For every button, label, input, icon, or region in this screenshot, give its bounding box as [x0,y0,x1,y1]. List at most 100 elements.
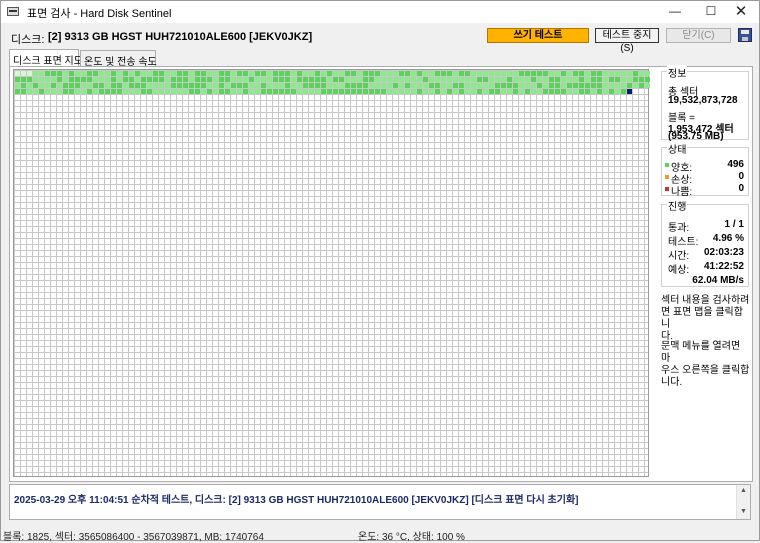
surface-block[interactable] [81,89,86,94]
surface-block[interactable] [405,71,410,76]
tab-temperature-speed[interactable]: 온도 및 전송 속도 [80,50,157,68]
surface-block[interactable] [459,71,464,76]
surface-block[interactable] [471,71,476,76]
surface-block[interactable] [351,77,356,82]
surface-block[interactable] [405,83,410,88]
surface-block[interactable] [579,77,584,82]
surface-block[interactable] [111,71,116,76]
surface-block[interactable] [309,83,314,88]
surface-block[interactable] [429,71,434,76]
surface-block[interactable] [357,71,362,76]
surface-block[interactable] [339,77,344,82]
surface-block[interactable] [591,77,596,82]
surface-block[interactable] [429,77,434,82]
surface-block[interactable] [531,71,536,76]
surface-block[interactable] [609,83,614,88]
surface-block[interactable] [489,77,494,82]
surface-block[interactable] [195,77,200,82]
surface-block[interactable] [609,89,614,94]
surface-block[interactable] [219,77,224,82]
surface-block[interactable] [519,71,524,76]
surface-block[interactable] [483,83,488,88]
close-button[interactable]: 닫기(C) [666,28,731,43]
surface-block[interactable] [45,77,50,82]
surface-block[interactable] [453,89,458,94]
surface-block[interactable] [189,83,194,88]
surface-block[interactable] [21,83,26,88]
surface-block[interactable] [297,83,302,88]
surface-block[interactable] [171,89,176,94]
surface-block[interactable] [555,89,560,94]
surface-block[interactable] [417,83,422,88]
surface-block[interactable] [399,83,404,88]
surface-block[interactable] [93,83,98,88]
surface-block[interactable] [63,83,68,88]
surface-block[interactable] [351,89,356,94]
surface-block[interactable] [357,89,362,94]
tab-surface-map[interactable]: 디스크 표면 지도 [9,49,83,67]
surface-block[interactable] [393,83,398,88]
surface-block[interactable] [501,71,506,76]
surface-block[interactable] [387,83,392,88]
surface-block[interactable] [279,83,284,88]
surface-block[interactable] [267,71,272,76]
surface-block[interactable] [567,71,572,76]
surface-block[interactable] [141,77,146,82]
surface-block[interactable] [93,77,98,82]
surface-block[interactable] [21,77,26,82]
surface-block[interactable] [549,77,554,82]
surface-block[interactable] [243,77,248,82]
surface-block[interactable] [465,89,470,94]
surface-block[interactable] [507,83,512,88]
surface-block[interactable] [147,71,152,76]
surface-block[interactable] [441,71,446,76]
surface-block[interactable] [597,71,602,76]
surface-block[interactable] [645,83,650,88]
surface-block[interactable] [435,89,440,94]
surface-block[interactable] [249,89,254,94]
surface-block[interactable] [99,71,104,76]
surface-block[interactable] [153,89,158,94]
surface-block[interactable] [645,71,650,76]
surface-block[interactable] [117,77,122,82]
surface-block[interactable] [177,89,182,94]
surface-block[interactable] [201,83,206,88]
surface-block[interactable] [519,77,524,82]
surface-block[interactable] [291,77,296,82]
surface-block[interactable] [537,83,542,88]
surface-block[interactable] [57,77,62,82]
surface-block[interactable] [63,71,68,76]
surface-block[interactable] [363,77,368,82]
surface-block[interactable] [513,83,518,88]
surface-block[interactable] [621,83,626,88]
surface-block[interactable] [567,83,572,88]
surface-block[interactable] [615,83,620,88]
log-scrollbar[interactable]: ▲ ▼ [736,485,750,519]
surface-block[interactable] [285,89,290,94]
surface-block[interactable] [435,83,440,88]
surface-block[interactable] [171,71,176,76]
surface-block[interactable] [441,89,446,94]
surface-block[interactable] [375,89,380,94]
surface-block[interactable] [249,83,254,88]
surface-block[interactable] [237,77,242,82]
surface-block[interactable] [429,83,434,88]
surface-block[interactable] [117,71,122,76]
surface-block[interactable] [45,83,50,88]
surface-block[interactable] [33,77,38,82]
surface-block[interactable] [381,83,386,88]
surface-block[interactable] [219,83,224,88]
surface-block[interactable] [243,71,248,76]
surface-block[interactable] [639,83,644,88]
surface-block[interactable] [111,83,116,88]
surface-block[interactable] [345,77,350,82]
surface-block[interactable] [207,77,212,82]
surface-block[interactable] [471,89,476,94]
surface-block[interactable] [537,89,542,94]
surface-block[interactable] [411,89,416,94]
surface-block[interactable] [615,89,620,94]
surface-block[interactable] [591,89,596,94]
surface-block[interactable] [225,89,230,94]
surface-block[interactable] [189,89,194,94]
surface-block[interactable] [453,83,458,88]
